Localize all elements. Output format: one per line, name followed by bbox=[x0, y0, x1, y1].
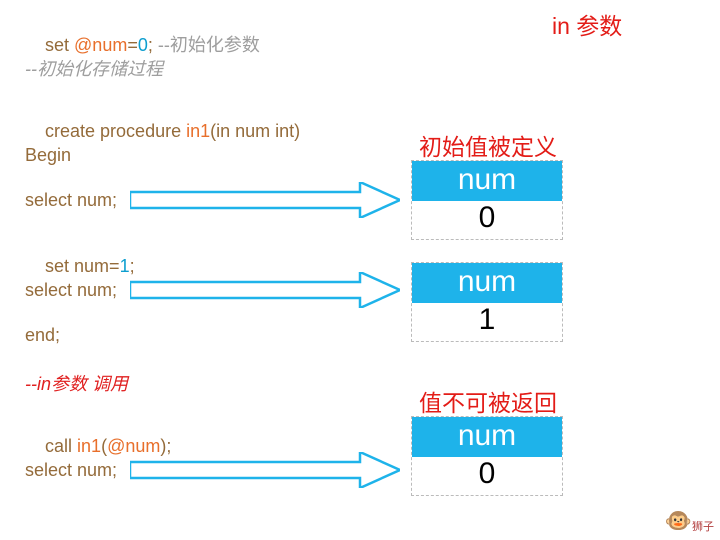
code-line-begin: Begin bbox=[25, 145, 71, 166]
code-line-select-2: select num; bbox=[25, 280, 117, 301]
comment-init-param: --初始化参数 bbox=[158, 35, 260, 55]
result-box-3: num 0 bbox=[411, 416, 563, 496]
result-box-1: num 0 bbox=[411, 160, 563, 240]
result-header: num bbox=[412, 161, 562, 201]
code-line-end: end; bbox=[25, 325, 60, 346]
code-line-select-1: select num; bbox=[25, 190, 117, 211]
arrow-icon bbox=[130, 272, 400, 308]
page-title: in 参数 bbox=[552, 7, 622, 41]
literal-1: 1 bbox=[120, 256, 130, 276]
var-num: @num bbox=[74, 35, 127, 55]
result-header: num bbox=[412, 417, 562, 457]
kw-set: set bbox=[45, 35, 74, 55]
watermark-icon: 🐵狮子 bbox=[665, 508, 714, 534]
proc-name: in1 bbox=[186, 121, 210, 141]
label-defined: 初始值被定义 bbox=[419, 128, 557, 162]
watermark-label: 狮子 bbox=[692, 521, 714, 533]
result-box-2: num 1 bbox=[411, 262, 563, 342]
result-header: num bbox=[412, 263, 562, 303]
comment-init-proc: --初始化存储过程 bbox=[25, 55, 163, 81]
code-line-select-3: select num; bbox=[25, 460, 117, 481]
diagram-canvas: in 参数 set @num=0; --初始化参数 --初始化存储过程 crea… bbox=[0, 0, 720, 540]
arrow-icon bbox=[130, 182, 400, 218]
result-value: 1 bbox=[412, 303, 562, 341]
label-noreturn: 值不可被返回 bbox=[419, 384, 557, 418]
result-value: 0 bbox=[412, 457, 562, 495]
result-value: 0 bbox=[412, 201, 562, 239]
comment-call: --in参数 调用 bbox=[25, 370, 128, 396]
arrow-icon bbox=[130, 452, 400, 488]
literal-0: 0 bbox=[138, 35, 148, 55]
